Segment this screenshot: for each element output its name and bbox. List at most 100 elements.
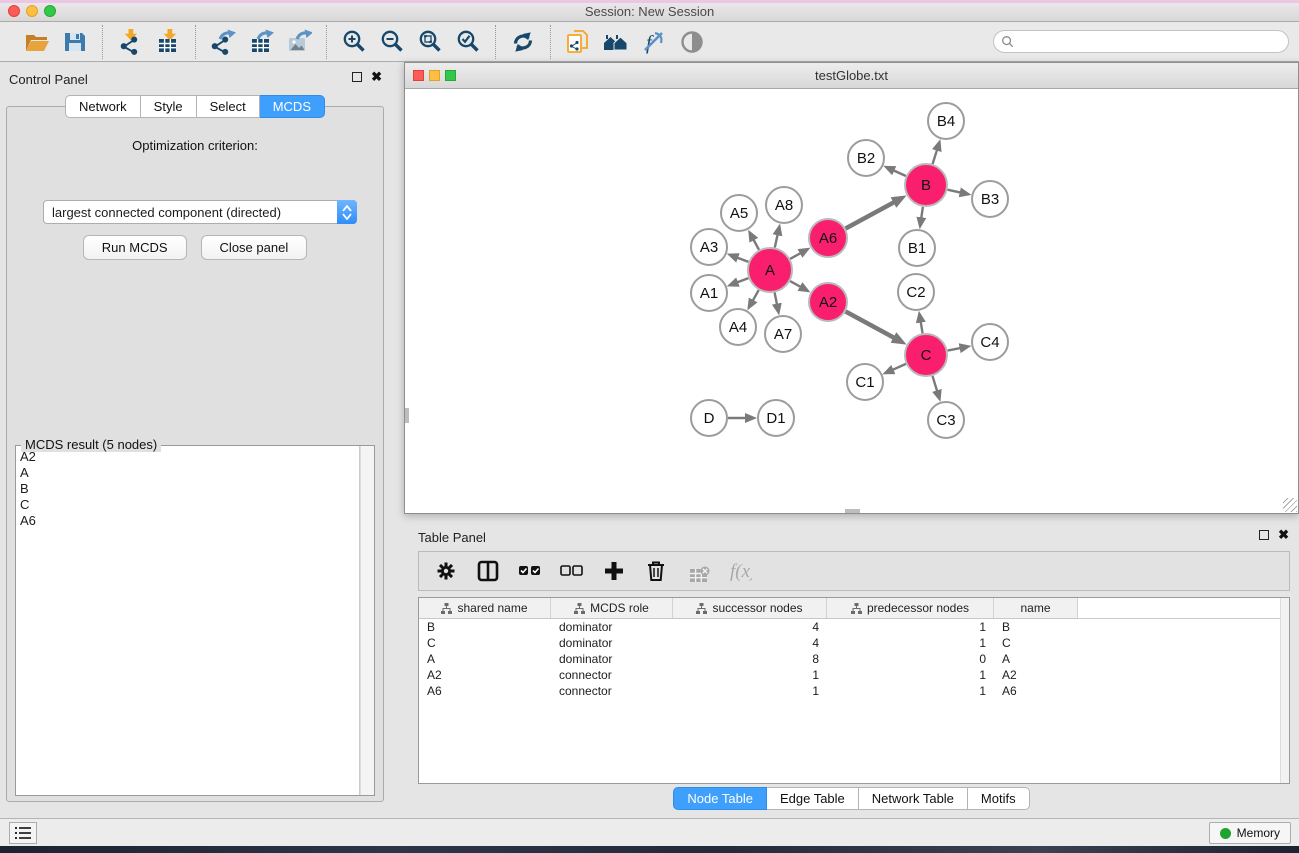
mcds-result-list[interactable]: A2ABCA6 — [16, 446, 360, 795]
save-session-icon[interactable] — [60, 27, 90, 57]
edge-C-C2[interactable] — [921, 321, 923, 334]
node-C1[interactable]: C1 — [847, 364, 883, 400]
edge-A-A1[interactable] — [736, 278, 748, 283]
vertical-scrollbar-thumb[interactable] — [405, 408, 409, 423]
resize-grip[interactable] — [1283, 498, 1297, 512]
tab-edge-table[interactable]: Edge Table — [767, 787, 859, 810]
close-panel-icon[interactable]: ✖ — [371, 72, 382, 82]
table-row[interactable]: A6connector11A6 — [419, 683, 1289, 699]
result-scrollbar[interactable] — [360, 446, 374, 795]
edge-B-B2[interactable] — [892, 170, 906, 176]
table-row[interactable]: A2connector11A2 — [419, 667, 1289, 683]
zoom-selected-icon[interactable] — [453, 27, 483, 57]
zoom-in-icon[interactable] — [339, 27, 369, 57]
table-row[interactable]: Bdominator41B — [419, 619, 1289, 635]
edge-B-B1[interactable] — [921, 207, 923, 220]
network-canvas[interactable]: A A1 A2 A3 A4 A5 A6 A7 A8 B B1 B2 B3 B4 … — [405, 89, 1298, 513]
edge-A-A8[interactable] — [775, 233, 778, 247]
edge-B-B3[interactable] — [948, 190, 962, 193]
tab-network-table[interactable]: Network Table — [859, 787, 968, 810]
node-B2[interactable]: B2 — [848, 140, 884, 176]
node-A8[interactable]: A8 — [766, 187, 802, 223]
node-A4[interactable]: A4 — [720, 309, 756, 345]
node-B[interactable]: B — [905, 164, 947, 206]
node-C[interactable]: C — [905, 334, 947, 376]
edge-A6-B[interactable] — [846, 202, 896, 229]
hide-graphics-details-icon[interactable]: f — [639, 27, 669, 57]
columns-icon[interactable] — [475, 557, 501, 585]
node-D1[interactable]: D1 — [758, 400, 794, 436]
node-A2[interactable]: A2 — [809, 283, 847, 321]
node-B3[interactable]: B3 — [972, 181, 1008, 217]
deselect-all-checkboxes-icon[interactable] — [559, 557, 585, 585]
task-history-button[interactable] — [9, 822, 37, 844]
edge-A-A3[interactable] — [736, 257, 748, 262]
export-table-icon[interactable] — [246, 27, 276, 57]
tab-mcds[interactable]: MCDS — [260, 95, 325, 118]
column-header-MCDS-role[interactable]: MCDS role — [551, 598, 673, 618]
network-close-button[interactable] — [413, 70, 424, 81]
zoom-fit-icon[interactable] — [415, 27, 445, 57]
add-column-icon[interactable] — [601, 557, 627, 585]
horizontal-scrollbar-thumb[interactable] — [845, 509, 860, 513]
refresh-layout-icon[interactable] — [508, 27, 538, 57]
node-B4[interactable]: B4 — [928, 103, 964, 139]
edge-A-A2[interactable] — [790, 281, 802, 287]
open-session-icon[interactable] — [22, 27, 52, 57]
zoom-out-icon[interactable] — [377, 27, 407, 57]
node-C2[interactable]: C2 — [898, 274, 934, 310]
tab-motifs[interactable]: Motifs — [968, 787, 1030, 810]
node-D[interactable]: D — [691, 400, 727, 436]
node-C3[interactable]: C3 — [928, 402, 964, 438]
node-A[interactable]: A — [748, 248, 792, 292]
delete-table-icon[interactable] — [685, 557, 711, 585]
criterion-dropdown[interactable]: largest connected component (directed) — [43, 200, 357, 224]
edge-A-A6[interactable] — [790, 253, 802, 259]
node-A5[interactable]: A5 — [721, 195, 757, 231]
delete-column-icon[interactable] — [643, 557, 669, 585]
run-mcds-button[interactable]: Run MCDS — [83, 235, 187, 260]
search-input[interactable] — [993, 30, 1289, 53]
node-B1[interactable]: B1 — [899, 230, 935, 266]
edge-A-A5[interactable] — [753, 239, 759, 250]
node-A3[interactable]: A3 — [691, 229, 727, 265]
node-A1[interactable]: A1 — [691, 275, 727, 311]
memory-button[interactable]: Memory — [1209, 822, 1291, 844]
import-table-icon[interactable] — [153, 27, 183, 57]
edge-A2-C[interactable] — [846, 312, 896, 339]
table-row[interactable]: Adominator80A — [419, 651, 1289, 667]
node-A6[interactable]: A6 — [809, 219, 847, 257]
network-zoom-button[interactable] — [445, 70, 456, 81]
import-network-icon[interactable] — [115, 27, 145, 57]
home-view-icon[interactable] — [601, 27, 631, 57]
mcds-result-item[interactable]: A — [20, 465, 359, 481]
column-header-successor-nodes[interactable]: successor nodes — [673, 598, 827, 618]
float-table-panel-icon[interactable] — [1259, 530, 1269, 540]
node-C4[interactable]: C4 — [972, 324, 1008, 360]
tab-network[interactable]: Network — [65, 95, 141, 118]
mcds-result-item[interactable]: A6 — [20, 513, 359, 529]
mcds-result-item[interactable]: C — [20, 497, 359, 513]
tab-select[interactable]: Select — [197, 95, 260, 118]
edge-C-C3[interactable] — [933, 376, 938, 392]
table-scrollbar[interactable] — [1280, 598, 1289, 783]
function-builder-icon[interactable]: f(x) — [727, 557, 753, 585]
edge-C-C1[interactable] — [892, 364, 906, 370]
duplicate-network-icon[interactable] — [563, 27, 593, 57]
column-header-shared-name[interactable]: shared name — [419, 598, 551, 618]
edge-B-B4[interactable] — [933, 149, 938, 164]
node-A7[interactable]: A7 — [765, 316, 801, 352]
column-header-name[interactable]: name — [994, 598, 1078, 618]
float-panel-icon[interactable] — [352, 72, 362, 82]
column-header-predecessor-nodes[interactable]: predecessor nodes — [827, 598, 994, 618]
close-table-panel-icon[interactable]: ✖ — [1278, 530, 1289, 540]
export-image-icon[interactable] — [284, 27, 314, 57]
tab-style[interactable]: Style — [141, 95, 197, 118]
toggle-visibility-icon[interactable] — [677, 27, 707, 57]
close-panel-button[interactable]: Close panel — [201, 235, 308, 260]
edge-A-A7[interactable] — [775, 293, 778, 306]
tab-node-table[interactable]: Node Table — [673, 787, 767, 810]
table-row[interactable]: Cdominator41C — [419, 635, 1289, 651]
gear-icon[interactable] — [433, 557, 459, 585]
edge-C-C4[interactable] — [948, 348, 962, 351]
